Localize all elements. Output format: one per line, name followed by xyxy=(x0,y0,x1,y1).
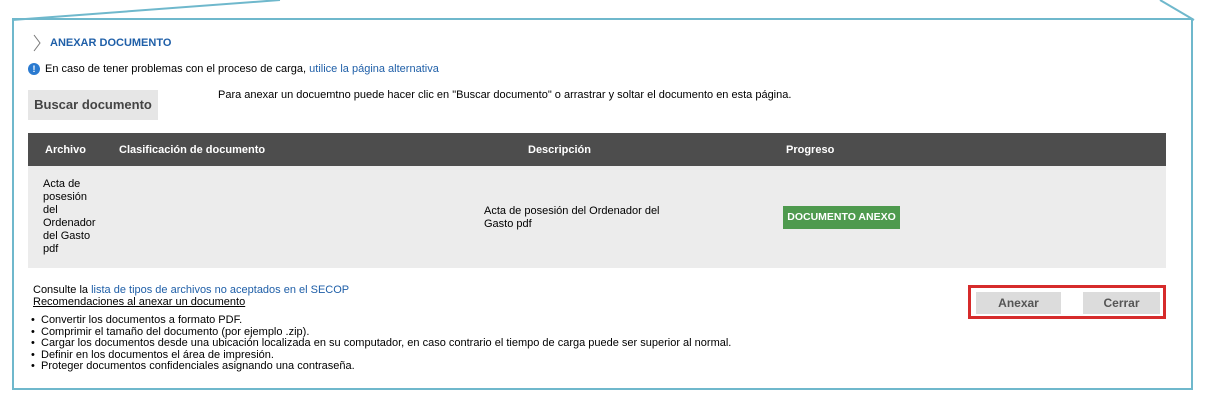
documents-table: Archivo Clasificación de documento Descr… xyxy=(28,133,1166,268)
upload-help-text: Para anexar un docuemtno puede hacer cli… xyxy=(218,89,792,101)
status-badge: DOCUMENTO ANEXO xyxy=(783,206,900,229)
section-title: ANEXAR DOCUMENTO xyxy=(50,37,172,49)
cell-archivo: Acta de posesión del Ordenador del Gasto… xyxy=(43,178,96,255)
header-descripcion: Descripción xyxy=(528,144,591,156)
recommendations-list: Convertir los documentos a formato PDF. … xyxy=(28,314,731,373)
table-row[interactable]: Acta de posesión del Ordenador del Gasto… xyxy=(28,166,1166,268)
info-text: En caso de tener problemas con el proces… xyxy=(45,63,307,75)
chevron-right-icon xyxy=(33,34,41,52)
section-header: ANEXAR DOCUMENTO xyxy=(32,34,171,52)
list-item: Cargar los documentos desde una ubicació… xyxy=(31,337,731,350)
header-clasificacion: Clasificación de documento xyxy=(119,144,266,156)
header-archivo: Archivo xyxy=(45,144,86,156)
header-progreso: Progreso xyxy=(786,144,835,156)
cerrar-button[interactable]: Cerrar xyxy=(1083,292,1160,314)
anexar-button[interactable]: Anexar xyxy=(976,292,1061,314)
list-item: Convertir los documentos a formato PDF. xyxy=(31,314,731,327)
unaccepted-types-link[interactable]: lista de tipos de archivos no aceptados … xyxy=(91,284,349,296)
cell-descripcion: Acta de posesión del Ordenador del Gasto… xyxy=(484,205,660,230)
list-item: Proteger documentos confidenciales asign… xyxy=(31,360,731,373)
info-icon: ! xyxy=(28,63,40,75)
table-header: Archivo Clasificación de documento Descr… xyxy=(28,133,1166,166)
info-message: ! En caso de tener problemas con el proc… xyxy=(28,63,439,75)
buscar-documento-button[interactable]: Buscar documento xyxy=(28,90,158,120)
recommendations-title: Recomendaciones al anexar un documento xyxy=(33,296,246,308)
action-buttons-highlight: Anexar Cerrar xyxy=(968,285,1166,319)
alternative-page-link[interactable]: utilice la página alternativa xyxy=(309,63,439,75)
consult-prefix: Consulte la xyxy=(33,284,89,296)
footer-info: Consulte la lista de tipos de archivos n… xyxy=(33,284,349,308)
